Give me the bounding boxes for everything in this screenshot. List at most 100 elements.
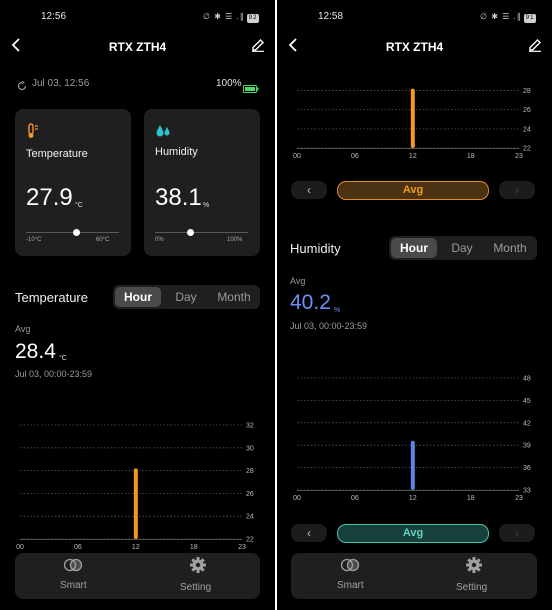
y-tick-label: 48 [523, 376, 531, 383]
y-tick-label: 30 [246, 445, 254, 452]
humidity-chart: 48 45 42 39 36 33 00 06 12 18 23 [277, 370, 552, 510]
y-tick-label: 28 [246, 468, 254, 475]
gear-icon[interactable] [465, 556, 483, 579]
x-tick-label: 18 [467, 495, 475, 502]
y-tick-label: 42 [523, 420, 531, 427]
tab-setting-label[interactable]: Setting [180, 582, 211, 593]
x-tick-label: 12 [409, 495, 417, 502]
temperature-label: Temperature [26, 148, 88, 160]
right-screen: 12:58 ∅ ✱ ☰ .∥ 91 RTX ZTH4 28 26 24 22 00 06 12… [277, 0, 552, 610]
smart-icon[interactable] [63, 558, 83, 577]
x-tick-label: 06 [351, 495, 359, 502]
x-tick-label: 00 [293, 495, 301, 502]
thermometer-icon [26, 123, 40, 144]
y-tick-label: 26 [523, 107, 531, 114]
x-tick-label: 00 [16, 544, 24, 551]
water-drops-icon [155, 123, 172, 143]
tab-hour[interactable]: Hour [115, 287, 161, 307]
tab-smart-label[interactable]: Smart [60, 580, 87, 591]
x-tick-label: 06 [74, 544, 82, 551]
y-tick-label: 28 [523, 88, 531, 95]
y-tick-label: 22 [246, 537, 254, 544]
y-tick-label: 22 [523, 146, 531, 153]
humidity-label: Humidity [155, 146, 198, 158]
prev-day-button[interactable]: ‹ [291, 181, 327, 199]
y-tick-label: 39 [523, 443, 531, 450]
x-tick-label: 18 [190, 544, 198, 551]
chart-svg: 48 45 42 39 36 33 00 06 12 18 23 [293, 376, 531, 503]
temperature-min-label: -10°C [26, 237, 42, 243]
humidity-avg-button[interactable]: Avg [337, 524, 489, 543]
edit-icon[interactable] [251, 38, 265, 57]
section-title: Temperature [15, 290, 88, 305]
status-icons: ∅ ✱ ☰ .∥ 91 [480, 12, 537, 23]
status-time: 12:58 [318, 11, 344, 22]
y-tick-label: 36 [523, 465, 531, 472]
temperature-card[interactable]: Temperature 27.9 °C -10°C 60°C [15, 109, 131, 256]
data-bar[interactable] [133, 468, 138, 539]
x-tick-label: 23 [238, 544, 246, 551]
temperature-value: 27.9 [26, 184, 73, 211]
edit-icon[interactable] [528, 38, 542, 57]
section-title: Humidity [290, 241, 341, 256]
chart-svg: 28 26 24 22 00 06 12 18 23 [293, 88, 531, 160]
status-time: 12:56 [41, 11, 67, 22]
battery-percent: 100% [216, 78, 242, 89]
avg-label: Avg [15, 324, 31, 334]
humidity-range-marker [186, 229, 194, 236]
temperature-max-label: 60°C [96, 237, 110, 243]
chevron-left-icon: ‹ [307, 183, 311, 197]
humidity-max-label: 100% [227, 237, 243, 243]
temperature-chart-scrolled: 28 26 24 22 00 06 12 18 23 [277, 72, 552, 167]
bottom-tab-bar: Smart Setting [15, 553, 260, 599]
chevron-right-icon: › [515, 526, 519, 540]
next-day-button[interactable]: › [499, 181, 535, 199]
tab-setting-label[interactable]: Setting [456, 582, 487, 593]
temperature-avg-button[interactable]: Avg [337, 181, 489, 200]
period-segmented-control: Hour Day Month [113, 285, 260, 309]
period-segmented-control: Hour Day Month [389, 236, 537, 260]
x-tick-label: 12 [132, 544, 140, 551]
avg-value: 40.2 [290, 291, 331, 314]
sync-icon[interactable] [17, 78, 27, 96]
page-title: RTX ZTH4 [385, 40, 444, 54]
date-range: Jul 03, 00:00-23:59 [290, 321, 368, 331]
tab-month[interactable]: Month [485, 238, 535, 258]
smart-icon[interactable] [340, 558, 360, 577]
y-tick-label: 24 [523, 126, 531, 133]
y-tick-label: 26 [246, 491, 254, 498]
tab-smart-label[interactable]: Smart [337, 580, 364, 591]
left-screen: 12:56 ∅ ✱ ☰ .∥ 92 RTX ZTH4 Jul 03, 12:56 … [0, 0, 275, 610]
y-tick-label: 24 [246, 514, 254, 521]
sync-time: Jul 03, 12:56 [32, 78, 90, 89]
y-tick-label: 45 [523, 398, 531, 405]
status-icons-glyphs: ∅ ✱ ☰ .∥ [480, 12, 522, 21]
humidity-value: 38.1 [155, 184, 202, 211]
battery-icon [243, 80, 259, 98]
tab-day[interactable]: Day [165, 287, 207, 307]
y-tick-label: 32 [246, 423, 254, 430]
status-icons-glyphs: ∅ ✱ ☰ .∥ [203, 12, 245, 21]
temperature-chart: 32 30 28 26 24 22 00 06 12 18 23 [0, 415, 275, 555]
data-bar[interactable] [410, 440, 415, 490]
battery-badge: 92 [246, 14, 260, 23]
next-day-button[interactable]: › [499, 524, 535, 542]
humidity-min-label: 0% [155, 237, 164, 243]
humidity-card[interactable]: Humidity 38.1 % 0% 100% [144, 109, 260, 256]
tab-day[interactable]: Day [441, 238, 483, 258]
prev-day-button[interactable]: ‹ [291, 524, 327, 542]
date-range: Jul 03, 00:00-23:59 [15, 369, 93, 379]
humidity-range-track [155, 232, 248, 233]
y-tick-label: 33 [523, 488, 531, 495]
x-tick-label: 23 [515, 495, 523, 502]
tab-month[interactable]: Month [209, 287, 259, 307]
data-bar[interactable] [410, 88, 415, 148]
chevron-left-icon: ‹ [307, 526, 311, 540]
gear-icon[interactable] [189, 556, 207, 579]
x-tick-label: 06 [351, 153, 359, 160]
x-tick-label: 23 [515, 153, 523, 160]
bottom-tab-bar: Smart Setting [291, 553, 537, 599]
humidity-unit: % [203, 202, 210, 209]
temperature-unit: °C [75, 202, 83, 209]
tab-hour[interactable]: Hour [391, 238, 437, 258]
